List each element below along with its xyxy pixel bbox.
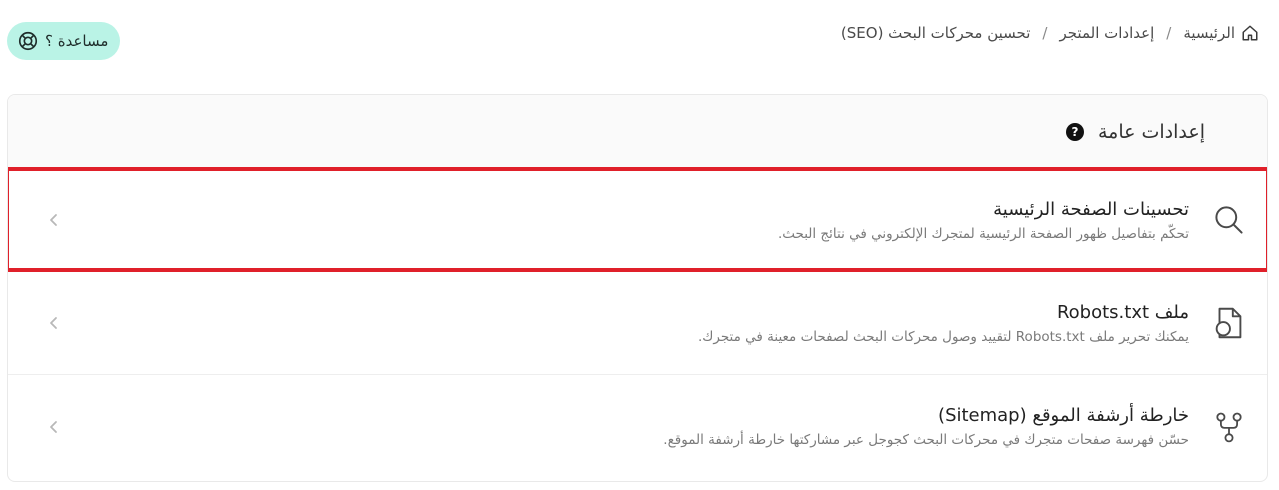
chevron-left-icon — [46, 212, 62, 228]
chevron-left-icon — [46, 315, 62, 331]
list-item-sitemap[interactable]: خارطة أرشفة الموقع (Sitemap) حسّن فهرسة … — [8, 375, 1267, 478]
list-item-robots-txt[interactable]: ملف Robots.txt يمكنك تحرير ملف Robots.tx… — [8, 272, 1267, 375]
sitemap-icon — [1209, 407, 1249, 447]
list-item-title: خارطة أرشفة الموقع (Sitemap) — [938, 405, 1189, 426]
general-settings-card: إعدادات عامة ? تحسينات الصفحة الرئيسية ت… — [7, 94, 1268, 482]
breadcrumb-store-settings-link[interactable]: إعدادات المتجر — [1059, 24, 1154, 42]
list-item-description: يمكنك تحرير ملف Robots.txt لتقييد وصول م… — [697, 328, 1189, 345]
list-item-text: تحسينات الصفحة الرئيسية تحكّم بتفاصيل ظه… — [8, 199, 1189, 242]
list-item-text: ملف Robots.txt يمكنك تحرير ملف Robots.tx… — [8, 302, 1189, 345]
list-item-title: تحسينات الصفحة الرئيسية — [993, 198, 1189, 220]
breadcrumb: الرئيسية / إعدادات المتجر / تحسين محركات… — [841, 24, 1259, 42]
home-icon[interactable] — [1241, 24, 1259, 42]
help-button[interactable]: مساعدة ؟ — [7, 22, 121, 60]
question-icon[interactable]: ? — [1065, 122, 1084, 141]
chevron-left-icon — [46, 419, 62, 435]
breadcrumb-separator: / — [1042, 24, 1048, 42]
list-item-description: تحكّم بتفاصيل ظهور الصفحة الرئيسية لمتجر… — [777, 225, 1189, 242]
list-item-title: ملف Robots.txt — [1056, 301, 1189, 323]
card-header: إعدادات عامة ? — [8, 95, 1267, 169]
help-button-label: مساعدة ؟ — [45, 32, 109, 50]
lifebuoy-icon — [17, 30, 39, 52]
list-item-description: حسّن فهرسة صفحات متجرك في محركات البحث ك… — [663, 432, 1189, 448]
top-bar: الرئيسية / إعدادات المتجر / تحسين محركات… — [0, 0, 1279, 80]
robot-file-icon — [1209, 303, 1249, 343]
search-icon — [1209, 200, 1249, 240]
breadcrumb-current: تحسين محركات البحث (SEO) — [840, 24, 1031, 42]
list-item-homepage-seo[interactable]: تحسينات الصفحة الرئيسية تحكّم بتفاصيل ظه… — [8, 167, 1267, 272]
breadcrumb-separator: / — [1166, 24, 1172, 42]
card-title: إعدادات عامة — [1097, 120, 1205, 143]
breadcrumb-home-link[interactable]: الرئيسية — [1183, 24, 1235, 42]
list-item-text: خارطة أرشفة الموقع (Sitemap) حسّن فهرسة … — [8, 405, 1189, 448]
